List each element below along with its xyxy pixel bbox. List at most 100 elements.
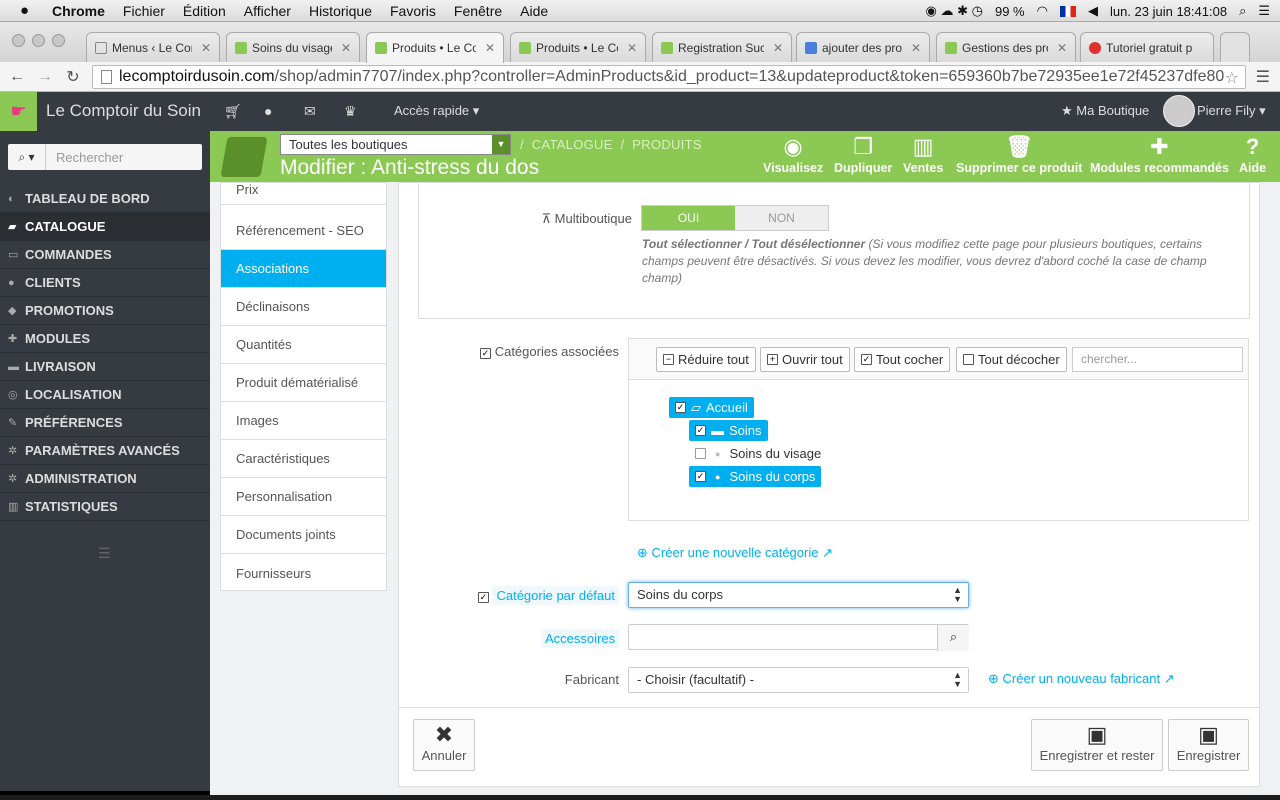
user-menu[interactable]: Pierre Fily ▾ [1197, 103, 1266, 119]
notification-icon[interactable]: ☰ [1258, 3, 1270, 19]
avatar[interactable] [1163, 95, 1195, 127]
browser-tab[interactable]: Gestions des pro ✕ [936, 32, 1076, 62]
sidebar-item-customers[interactable]: ● Clients [0, 269, 210, 297]
menu-fenetre[interactable]: Fenêtre [454, 3, 502, 19]
breadcrumb-products[interactable]: PRODUITS [632, 137, 702, 152]
checkbox-checked[interactable]: ✓ [695, 471, 706, 482]
search-icon[interactable]: ⌕ [937, 625, 969, 651]
reload-icon[interactable]: ↻ [62, 67, 84, 87]
menu-aide[interactable]: Aide [520, 3, 548, 19]
sidebar-item-shipping[interactable]: ▬ Livraison [0, 353, 210, 381]
minimize-window-button[interactable] [32, 34, 45, 47]
browser-tab[interactable]: Tutoriel gratuit p [1080, 32, 1214, 62]
menu-fichier[interactable]: Fichier [123, 3, 165, 19]
toolbar-help-button[interactable]: ? Aide [1239, 133, 1266, 175]
tab-declinaisons[interactable]: Déclinaisons [221, 288, 386, 326]
shop-select[interactable]: Toutes les boutiques ▼ [280, 134, 511, 155]
collapse-all-button[interactable]: − Réduire tout [656, 347, 756, 372]
toggle-yes[interactable]: OUI [642, 206, 735, 230]
toggle-no[interactable]: NON [735, 206, 828, 230]
tab-seo[interactable]: Référencement - SEO [221, 212, 386, 250]
logo-icon[interactable]: ☛ [0, 92, 37, 131]
manufacturer-select[interactable]: - Choisir (facultatif) - ▲ ▼ [628, 667, 969, 693]
default-category-select[interactable]: Soins du corps ▲ ▼ [628, 582, 969, 608]
save-button[interactable]: ▣ Enregistrer [1168, 719, 1249, 771]
forward-icon[interactable]: → [34, 68, 56, 86]
envelope-icon[interactable]: ✉ [304, 103, 316, 120]
categories-checkbox[interactable]: ✓ [480, 348, 492, 359]
clock[interactable]: lun. 23 juin 18:41:08 [1110, 4, 1227, 19]
category-search-input[interactable]: chercher... [1072, 347, 1243, 372]
chrome-menu-icon[interactable]: ☰ [1256, 67, 1270, 87]
tab-associations[interactable]: Associations [221, 250, 386, 288]
close-tab-icon[interactable]: ✕ [1053, 41, 1067, 55]
tab-attachments[interactable]: Documents joints [221, 516, 386, 554]
close-tab-icon[interactable]: ✕ [769, 41, 783, 55]
toolbar-sales-button[interactable]: ▥ Ventes [903, 133, 943, 175]
tree-item-soins-corps[interactable]: ✓ ● Soins du corps [689, 466, 822, 487]
close-tab-icon[interactable]: ✕ [623, 41, 637, 55]
cart-icon[interactable]: 🛒︎ [224, 103, 242, 120]
menu-favoris[interactable]: Favoris [390, 3, 436, 19]
zoom-window-button[interactable] [52, 34, 65, 47]
volume-icon[interactable]: ◀ [1088, 3, 1098, 19]
close-window-button[interactable] [12, 34, 25, 47]
my-shop-link[interactable]: ★ Ma Boutique [1061, 103, 1149, 119]
status-icons[interactable]: ◉ ☁ ✱ ◷ [926, 3, 983, 19]
tab-images[interactable]: Images [221, 402, 386, 440]
menu-edition[interactable]: Édition [183, 3, 226, 19]
url-field[interactable]: lecomptoirdusoin.com/shop/admin7707/inde… [92, 65, 1246, 89]
check-all-button[interactable]: ✓ Tout cocher [854, 347, 951, 372]
back-icon[interactable]: ← [6, 68, 28, 86]
tab-customization[interactable]: Personnalisation [221, 478, 386, 516]
battery-text[interactable]: 99 % [995, 4, 1025, 19]
wifi-icon[interactable]: ◠ [1037, 3, 1048, 19]
sidebar-item-stats[interactable]: ▥ Statistiques [0, 493, 210, 521]
bookmark-star-icon[interactable]: ☆ [1225, 68, 1239, 88]
trophy-icon[interactable]: ♛ [344, 103, 357, 120]
menu-afficher[interactable]: Afficher [244, 3, 291, 19]
browser-tab[interactable]: Menus ‹ Le Comp✕ [86, 32, 220, 62]
create-manufacturer-link[interactable]: ⊕ Créer un nouveau fabricant ↗ [988, 671, 1175, 687]
tree-item-soins[interactable]: ✓ ▬ Soins [689, 420, 768, 441]
close-tab-icon[interactable]: ✕ [907, 41, 921, 55]
sidebar-item-advanced[interactable]: ✲ Paramètres avancés [0, 437, 210, 465]
tab-features[interactable]: Caractéristiques [221, 440, 386, 478]
create-category-link[interactable]: ⊕ Créer une nouvelle catégorie ↗ [637, 545, 833, 561]
expand-all-button[interactable]: + Ouvrir tout [760, 347, 850, 372]
toolbar-delete-button[interactable]: 🗑︎ Supprimer ce produit [956, 133, 1082, 175]
select-all-help[interactable]: Tout sélectionner / Tout désélectionner [642, 237, 865, 251]
spotlight-icon[interactable]: ⌕ [1239, 3, 1246, 19]
sidebar-item-preferences[interactable]: ✎ Préférences [0, 409, 210, 437]
tab-suppliers[interactable]: Fournisseurs [221, 554, 386, 592]
browser-tab[interactable]: Registration Succ ✕ [652, 32, 792, 62]
tab-prix[interactable]: Prix [221, 174, 386, 205]
sidebar-item-dashboard[interactable]: ◐ Tableau de bord [0, 185, 210, 213]
menu-historique[interactable]: Historique [309, 3, 372, 19]
sidebar-item-promotions[interactable]: ◆ Promotions [0, 297, 210, 325]
menu-app[interactable]: Chrome [52, 3, 105, 19]
apple-icon[interactable]: ● [20, 2, 38, 19]
browser-tab[interactable]: ajouter des prod ✕ [796, 32, 930, 62]
sidebar-item-localization[interactable]: ◎ Localisation [0, 381, 210, 409]
accessories-input[interactable]: ⌕ [628, 624, 969, 651]
tree-item-soins-visage[interactable]: ● Soins du visage [689, 443, 827, 464]
new-tab-button[interactable] [1220, 32, 1250, 62]
browser-tab[interactable]: Produits • Le Co ✕ [510, 32, 646, 62]
default-category-checkbox[interactable]: ✓ [477, 592, 489, 603]
sidebar-item-modules[interactable]: ✚ Modules [0, 325, 210, 353]
toolbar-view-button[interactable]: ◉ Visualisez [763, 133, 823, 175]
sidebar-search[interactable]: ⌕ ▾ Rechercher [8, 144, 202, 170]
tab-quantites[interactable]: Quantités [221, 326, 386, 364]
user-icon[interactable]: ● [264, 103, 272, 119]
tab-virtual-product[interactable]: Produit dématérialisé [221, 364, 386, 402]
flag-icon[interactable] [1059, 5, 1076, 17]
checkbox-unchecked[interactable] [695, 448, 706, 459]
close-tab-icon[interactable]: ✕ [197, 41, 211, 55]
checkbox-checked[interactable]: ✓ [675, 402, 686, 413]
toolbar-modules-button[interactable]: ✚ Modules recommandés [1090, 133, 1229, 175]
sidebar-item-administration[interactable]: ✲ Administration [0, 465, 210, 493]
checkbox-checked[interactable]: ✓ [695, 425, 706, 436]
search-input[interactable]: Rechercher [46, 150, 123, 165]
save-and-stay-button[interactable]: ▣ Enregistrer et rester [1031, 719, 1163, 771]
